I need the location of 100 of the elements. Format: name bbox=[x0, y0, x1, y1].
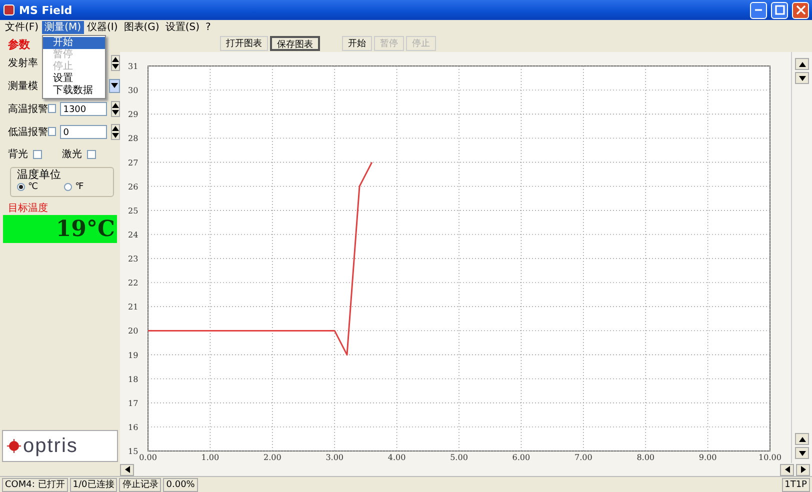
y-tick-label: 23 bbox=[128, 254, 138, 264]
minimize-icon bbox=[754, 9, 763, 11]
zoom-up-button[interactable] bbox=[795, 433, 809, 445]
field-label: 发射率 bbox=[8, 56, 39, 70]
y-tick-label: 19 bbox=[128, 350, 138, 360]
menu-option[interactable]: 下载数据 bbox=[43, 85, 105, 97]
status-text: COM4: 已打开 bbox=[2, 478, 68, 492]
spin-button[interactable] bbox=[110, 54, 120, 70]
y-tick-label: 28 bbox=[128, 134, 138, 144]
status-text: 1/0已连接 bbox=[70, 478, 118, 492]
spin-button[interactable] bbox=[110, 100, 120, 116]
status-text: 停止记录 bbox=[119, 478, 162, 492]
x-tick-label: 7.00 bbox=[574, 453, 592, 462]
checkbox[interactable] bbox=[48, 127, 56, 136]
y-tick-label: 27 bbox=[128, 158, 138, 168]
checkbox-label: 激光 bbox=[62, 148, 82, 161]
x-tick-label: 5.00 bbox=[450, 453, 468, 462]
page-left-button[interactable] bbox=[780, 464, 794, 476]
x-tick-label: 9.00 bbox=[698, 453, 717, 462]
checkbox-label: 背光 bbox=[8, 148, 28, 161]
y-tick-label: 21 bbox=[128, 302, 138, 312]
input-field[interactable]: 0 bbox=[60, 124, 107, 138]
y-tick-label: 31 bbox=[128, 62, 138, 71]
up-arrow-icon bbox=[112, 56, 119, 62]
checkbox[interactable] bbox=[48, 104, 56, 113]
right-arrow-icon bbox=[800, 466, 806, 473]
y-tick-label: 20 bbox=[128, 326, 138, 336]
caret-icon bbox=[110, 83, 118, 88]
radio-button[interactable] bbox=[64, 183, 72, 191]
page-right-button[interactable] bbox=[796, 464, 810, 476]
x-tick-label: 3.00 bbox=[326, 453, 344, 462]
section-heading: 参数 bbox=[8, 37, 30, 51]
app-icon bbox=[3, 4, 15, 16]
maximize-icon bbox=[774, 5, 784, 15]
up-arrow-icon bbox=[798, 436, 806, 442]
input-field[interactable]: 1300 bbox=[60, 102, 107, 116]
close-button[interactable] bbox=[792, 2, 809, 18]
y-tick-label: 24 bbox=[128, 230, 138, 240]
x-tick-label: 4.00 bbox=[388, 453, 406, 462]
menu-item[interactable]: ? bbox=[202, 20, 214, 34]
y-tick-label: 17 bbox=[128, 398, 138, 408]
down-arrow-icon bbox=[112, 64, 119, 68]
menu-option[interactable]: 开始 bbox=[43, 37, 105, 49]
toolbar-button[interactable]: 打开图表 bbox=[220, 36, 268, 50]
menu-item[interactable]: 仪器(I) bbox=[84, 20, 121, 34]
y-tick-label: 16 bbox=[128, 422, 138, 432]
toolbar-button[interactable]: 保存图表 bbox=[270, 36, 320, 50]
toolbar-button[interactable]: 开始 bbox=[342, 36, 372, 50]
up-arrow-icon bbox=[798, 62, 806, 66]
close-icon bbox=[796, 5, 806, 15]
minimize-button[interactable] bbox=[750, 2, 767, 18]
y-tick-label: 15 bbox=[128, 447, 138, 456]
x-tick-label: 6.00 bbox=[512, 453, 530, 462]
horizontal-scrollbar[interactable] bbox=[120, 463, 812, 476]
maximize-button[interactable] bbox=[771, 2, 788, 18]
y-tick-label: 26 bbox=[128, 182, 138, 192]
y-tick-label: 29 bbox=[128, 110, 138, 120]
scroll-left-button[interactable] bbox=[120, 464, 134, 476]
down-arrow-icon bbox=[798, 76, 806, 80]
x-tick-label: 8.00 bbox=[636, 453, 654, 462]
scroll-up-button[interactable] bbox=[795, 58, 809, 70]
window-title: MS Field bbox=[19, 4, 72, 16]
radio-label: ℃ bbox=[28, 182, 38, 192]
menu-option[interactable]: 设置 bbox=[43, 73, 105, 85]
logo-text: optris bbox=[23, 434, 78, 458]
x-tick-label: 0.00 bbox=[139, 453, 157, 462]
down-arrow-icon bbox=[798, 450, 806, 456]
checkbox[interactable] bbox=[33, 150, 42, 158]
spin-button[interactable] bbox=[110, 124, 120, 140]
dropdown-button[interactable] bbox=[108, 78, 120, 92]
left-arrow-icon bbox=[124, 466, 130, 473]
menu-item[interactable]: 文件(F) bbox=[2, 20, 42, 34]
status-text: 1T1P bbox=[782, 478, 810, 492]
field-label: 测量模 bbox=[8, 80, 39, 92]
x-tick-label: 10.00 bbox=[758, 453, 782, 462]
radio-label: ℉ bbox=[75, 182, 84, 192]
y-tick-label: 22 bbox=[128, 278, 138, 288]
x-tick-label: 2.00 bbox=[264, 453, 282, 462]
x-tick-label: 1.00 bbox=[201, 453, 220, 462]
up-arrow-icon bbox=[112, 102, 119, 108]
checkbox[interactable] bbox=[87, 150, 96, 158]
group-title: 温度单位 bbox=[17, 168, 62, 182]
left-arrow-icon bbox=[784, 466, 790, 473]
y-tick-label: 30 bbox=[128, 86, 138, 96]
menu-item[interactable]: 设置(S) bbox=[162, 20, 202, 34]
scroll-down-button[interactable] bbox=[795, 72, 809, 84]
vertical-scrollbar[interactable] bbox=[791, 52, 812, 463]
y-tick-label: 18 bbox=[128, 374, 138, 384]
status-text: 0.00% bbox=[163, 478, 198, 492]
zoom-down-button[interactable] bbox=[795, 447, 809, 459]
down-arrow-icon bbox=[112, 110, 119, 114]
menu-item[interactable]: 测量(M) bbox=[42, 20, 84, 34]
menu-item[interactable]: 图表(G) bbox=[120, 20, 162, 34]
up-arrow-icon bbox=[112, 126, 119, 130]
temperature-display: 19°C bbox=[3, 215, 117, 243]
target-label: 目标温度 bbox=[8, 203, 49, 215]
radio-button[interactable] bbox=[17, 183, 25, 191]
y-tick-label: 25 bbox=[128, 206, 138, 216]
down-arrow-icon bbox=[112, 132, 119, 138]
crosshair-icon bbox=[7, 439, 21, 453]
